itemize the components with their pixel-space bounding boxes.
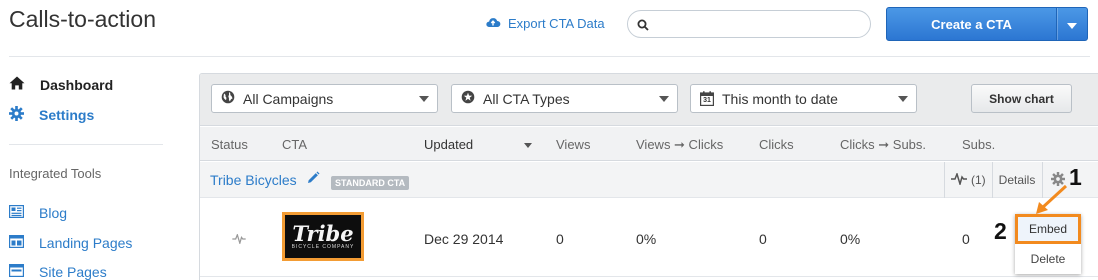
clicks-cell: 0 — [759, 231, 767, 247]
annotation-arrow-icon — [1030, 184, 1070, 221]
chevron-down-icon — [898, 96, 908, 102]
cta-type-select-value: All CTA Types — [483, 90, 570, 107]
home-icon — [9, 76, 25, 93]
column-header-clicks-to-subs[interactable]: Clicks ➞ Subs. — [840, 137, 926, 153]
column-header-views-to-clicks[interactable]: Views ➞ Clicks — [636, 137, 723, 153]
search-input[interactable] — [654, 15, 860, 33]
column-header-status[interactable]: Status — [211, 137, 248, 152]
page-title: Calls-to-action — [9, 6, 156, 32]
sidebar-item-label: Landing Pages — [39, 235, 133, 251]
date-range-select[interactable]: 31 This month to date — [690, 84, 917, 113]
search-box[interactable] — [627, 10, 871, 38]
calendar-icon: 31 — [700, 91, 714, 106]
step-2-marker: 2 — [994, 218, 1007, 244]
export-cta-data-link[interactable]: Export CTA Data — [485, 15, 605, 32]
activity-button[interactable]: (1) — [945, 171, 992, 188]
thumbnail-subtitle: BICYCLE COMPANY — [291, 243, 355, 250]
sidebar-item-label: Settings — [39, 107, 95, 123]
column-header-views[interactable]: Views — [556, 137, 590, 152]
menu-item-delete[interactable]: Delete — [1015, 244, 1081, 274]
views-cell: 0 — [556, 231, 564, 247]
column-header-clicks[interactable]: Clicks — [759, 137, 794, 152]
header-divider — [9, 56, 1090, 57]
sort-down-icon — [524, 143, 532, 148]
cta-group-name[interactable]: Tribe Bicycles — [210, 172, 297, 188]
sidebar-item-blog[interactable]: Blog — [8, 204, 68, 221]
gear-icon — [9, 106, 24, 124]
sidebar-item-dashboard[interactable]: Dashboard — [9, 76, 113, 93]
integrated-tools-heading: Integrated Tools — [9, 166, 102, 181]
calendar-day: 31 — [703, 97, 711, 104]
export-label: Export CTA Data — [508, 16, 605, 31]
search-icon — [637, 18, 649, 31]
show-chart-button[interactable]: Show chart — [971, 84, 1072, 113]
subs-cell: 0 — [962, 231, 970, 247]
chevron-down-icon — [419, 96, 429, 102]
globe-icon — [221, 90, 235, 107]
sidebar-divider — [9, 144, 163, 145]
pencil-icon[interactable] — [306, 171, 320, 190]
cta-type-badge: STANDARD CTA — [331, 176, 410, 190]
table-row: Tribe BICYCLE COMPANY Dec 29 2014 0 0% 0… — [200, 199, 1098, 277]
site-pages-icon — [8, 263, 25, 280]
table-header: Status CTA Updated Views Views ➞ Clicks … — [200, 127, 1098, 161]
updated-cell: Dec 29 2014 — [424, 231, 504, 247]
sidebar-item-settings[interactable]: Settings — [9, 106, 94, 124]
cta-page: Calls-to-action Export CTA Data Create a… — [0, 0, 1098, 280]
date-range-select-value: This month to date — [722, 90, 838, 107]
views-to-clicks-cell: 0% — [636, 231, 657, 247]
column-header-cta[interactable]: CTA — [282, 137, 307, 152]
step-1-marker: 1 — [1069, 164, 1082, 190]
cloud-upload-icon — [485, 15, 501, 32]
cta-table-panel: All Campaigns All CTA Types 31 This mont… — [199, 73, 1098, 280]
cta-thumbnail[interactable]: Tribe BICYCLE COMPANY — [282, 212, 364, 261]
create-cta-button[interactable]: Create a CTA — [887, 8, 1057, 40]
sidebar-item-site-pages[interactable]: Site Pages — [8, 263, 107, 280]
filter-bar: All Campaigns All CTA Types 31 This mont… — [200, 74, 1098, 126]
activity-count: (1) — [971, 173, 986, 187]
sidebar-item-landing-pages[interactable]: Landing Pages — [8, 234, 133, 251]
sidebar-item-label: Site Pages — [39, 264, 107, 280]
campaign-select-value: All Campaigns — [243, 90, 334, 107]
row-actions-menu: Embed Delete — [1015, 214, 1081, 274]
landing-pages-icon — [8, 234, 25, 251]
create-cta-dropdown-toggle[interactable] — [1057, 8, 1087, 40]
campaign-select[interactable]: All Campaigns — [211, 84, 438, 113]
cta-group-row: Tribe Bicycles STANDARD CTA (1) Details — [200, 162, 1098, 198]
sidebar-item-label: Blog — [39, 205, 68, 221]
caret-down-icon — [1067, 17, 1077, 32]
clicks-to-subs-cell: 0% — [840, 231, 861, 247]
chevron-down-icon — [659, 96, 669, 102]
status-activity-icon — [232, 231, 246, 247]
star-icon — [461, 90, 475, 107]
sidebar-item-label: Dashboard — [40, 76, 114, 93]
blog-icon — [8, 204, 25, 221]
column-header-updated[interactable]: Updated — [424, 137, 473, 152]
create-cta-button-group: Create a CTA — [886, 7, 1088, 41]
activity-icon — [951, 171, 967, 188]
column-header-subs[interactable]: Subs. — [962, 137, 995, 152]
cta-type-select[interactable]: All CTA Types — [451, 84, 678, 113]
thumbnail-brand: Tribe — [292, 220, 354, 246]
